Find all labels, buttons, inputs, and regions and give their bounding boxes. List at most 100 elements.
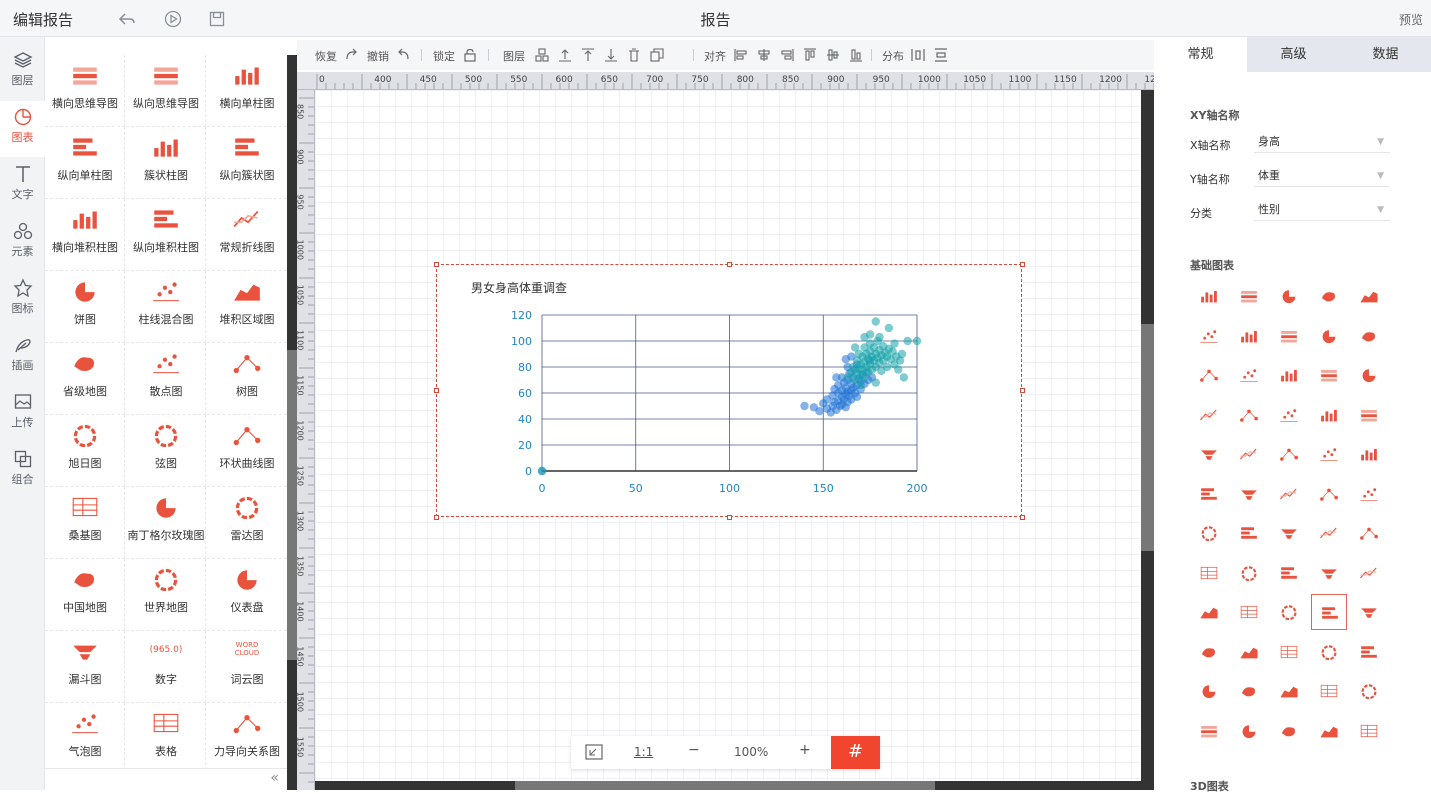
chart-type-option[interactable] <box>1191 555 1227 591</box>
chart-type-option[interactable] <box>1271 318 1307 354</box>
chart-type-option[interactable] <box>1231 397 1267 433</box>
chart-type-option[interactable] <box>1351 515 1387 551</box>
resize-handle[interactable] <box>434 515 439 520</box>
chart-type-option[interactable] <box>1231 357 1267 393</box>
palette-item[interactable]: 柱线混合图 <box>126 271 206 343</box>
chart-type-option[interactable] <box>1271 436 1307 472</box>
resize-handle[interactable] <box>1020 388 1025 393</box>
chart-type-option[interactable] <box>1191 476 1227 512</box>
zoom-in-button[interactable]: + <box>799 742 811 758</box>
tab-advanced[interactable]: 高级 <box>1247 37 1340 72</box>
palette-item[interactable]: 旭日图 <box>45 415 125 487</box>
chart-type-option[interactable] <box>1191 634 1227 670</box>
back-icon[interactable] <box>118 10 136 28</box>
chart-type-option[interactable] <box>1271 555 1307 591</box>
align-middle-v-icon[interactable] <box>826 48 840 62</box>
palette-item[interactable]: (965.0) 数字 <box>126 631 206 703</box>
palette-item[interactable]: 横向单柱图 <box>207 55 287 127</box>
chart-type-option[interactable] <box>1231 594 1267 630</box>
palette-item[interactable]: 纵向堆积柱图 <box>126 199 206 271</box>
resize-handle[interactable] <box>434 262 439 267</box>
align-top-icon[interactable] <box>803 48 817 62</box>
x-axis-select[interactable]: 身高 ▼ <box>1254 133 1390 153</box>
nav-icons[interactable]: 图标 <box>0 272 45 328</box>
chart-type-option[interactable] <box>1311 515 1347 551</box>
palette-item[interactable]: 气泡图 <box>45 703 125 768</box>
chart-type-option[interactable] <box>1191 357 1227 393</box>
palette-item[interactable]: 桑基图 <box>45 487 125 559</box>
chart-type-option[interactable] <box>1351 594 1387 630</box>
double-chevron-left-icon[interactable]: « <box>270 770 279 786</box>
palette-item[interactable]: 簇状柱图 <box>126 127 206 199</box>
chart-type-option[interactable] <box>1311 397 1347 433</box>
lock-icon[interactable] <box>463 48 477 62</box>
collapse-bar[interactable]: « <box>45 768 287 790</box>
chart-type-option[interactable] <box>1231 436 1267 472</box>
chart-type-option[interactable] <box>1231 515 1267 551</box>
chart-type-option[interactable] <box>1271 357 1307 393</box>
palette-item[interactable]: 漏斗图 <box>45 631 125 703</box>
chart-type-option[interactable] <box>1351 555 1387 591</box>
chart-type-option[interactable] <box>1191 278 1227 314</box>
chart-type-option[interactable] <box>1351 318 1387 354</box>
chart-type-option[interactable] <box>1351 397 1387 433</box>
chart-type-option[interactable] <box>1231 555 1267 591</box>
chart-type-option[interactable] <box>1351 713 1387 749</box>
resize-handle[interactable] <box>727 262 732 267</box>
palette-item[interactable]: 堆积区域图 <box>207 271 287 343</box>
canvas-vertical-scrollbar[interactable] <box>1141 90 1154 790</box>
chart-type-option[interactable] <box>1191 713 1227 749</box>
palette-item[interactable]: 力导向关系图 <box>207 703 287 768</box>
chart-type-option[interactable] <box>1191 515 1227 551</box>
chart-type-option[interactable] <box>1351 634 1387 670</box>
chart-type-option[interactable] <box>1351 476 1387 512</box>
send-to-bottom-icon[interactable] <box>604 48 618 62</box>
y-axis-select[interactable]: 体重 ▼ <box>1254 167 1390 187</box>
palette-item[interactable]: 省级地图 <box>45 343 125 415</box>
align-center-h-icon[interactable] <box>757 48 771 62</box>
bring-to-top-icon[interactable] <box>581 48 595 62</box>
bring-forward-icon[interactable] <box>558 48 572 62</box>
chart-type-option[interactable] <box>1191 397 1227 433</box>
palette-scrollbar[interactable] <box>287 55 297 790</box>
chart-type-option[interactable] <box>1231 713 1267 749</box>
resize-handle[interactable] <box>1020 262 1025 267</box>
chart-type-option[interactable] <box>1311 318 1347 354</box>
undo-button[interactable]: 撤销 <box>367 48 389 64</box>
palette-item[interactable]: 弦图 <box>126 415 206 487</box>
palette-item[interactable]: 横向堆积柱图 <box>45 199 125 271</box>
chart-type-option[interactable] <box>1351 357 1387 393</box>
chart-type-option[interactable] <box>1311 673 1347 709</box>
resize-handle[interactable] <box>727 515 732 520</box>
align-left-icon[interactable] <box>734 48 748 62</box>
palette-item[interactable]: 仪表盘 <box>207 559 287 631</box>
palette-item[interactable]: 中国地图 <box>45 559 125 631</box>
grid-toggle-button[interactable]: # <box>831 736 880 769</box>
nav-group[interactable]: 组合 <box>0 443 45 499</box>
canvas-horizontal-scrollbar[interactable] <box>315 781 1141 790</box>
nav-layers[interactable]: 图层 <box>0 44 45 100</box>
chart-type-option[interactable] <box>1271 673 1307 709</box>
nav-chart[interactable]: 图表 <box>0 101 45 157</box>
align-right-icon[interactable] <box>780 48 794 62</box>
palette-item[interactable]: 树图 <box>207 343 287 415</box>
chart-type-option[interactable] <box>1311 713 1347 749</box>
palette-item[interactable]: 世界地图 <box>126 559 206 631</box>
redo-icon[interactable] <box>344 48 358 62</box>
zoom-out-button[interactable]: − <box>688 742 700 758</box>
palette-item[interactable]: 纵向思维导图 <box>126 55 206 127</box>
play-icon[interactable] <box>164 10 182 28</box>
chart-type-option[interactable] <box>1231 318 1267 354</box>
duplicate-icon[interactable] <box>650 48 664 62</box>
nav-text[interactable]: 文字 <box>0 158 45 214</box>
palette-item[interactable]: 饼图 <box>45 271 125 343</box>
palette-item[interactable]: WORD CLOUD 词云图 <box>207 631 287 703</box>
chart-type-option[interactable] <box>1231 673 1267 709</box>
tab-general[interactable]: 常规 <box>1154 37 1247 72</box>
preview-button[interactable]: 预览 <box>1399 11 1423 28</box>
resize-handle[interactable] <box>434 388 439 393</box>
layer-group-icon[interactable] <box>535 48 549 62</box>
chart-type-option[interactable] <box>1351 278 1387 314</box>
palette-item[interactable]: 环状曲线图 <box>207 415 287 487</box>
chart-type-option[interactable] <box>1231 476 1267 512</box>
